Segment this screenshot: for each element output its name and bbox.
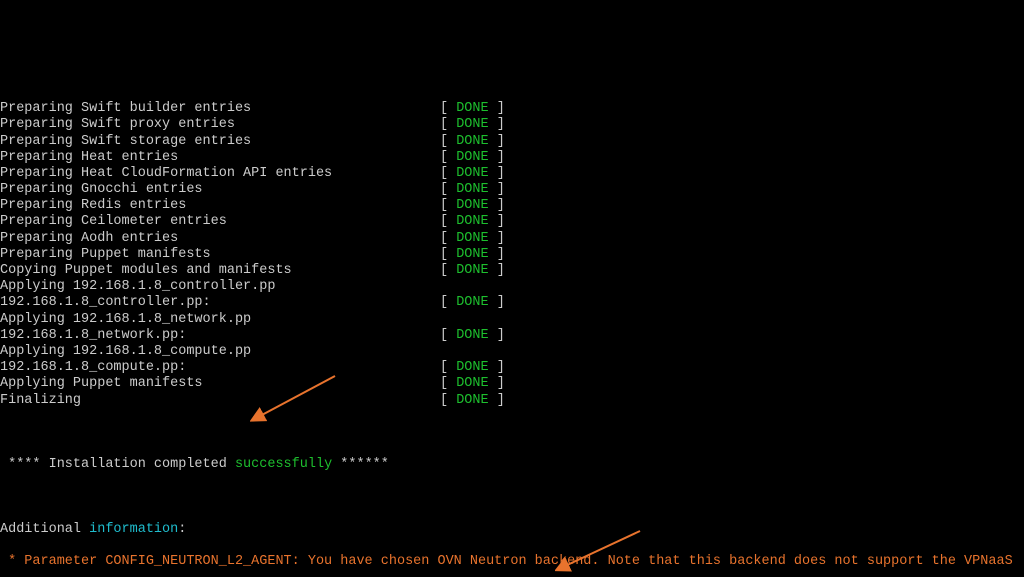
status-row: Finalizing[ DONE ] xyxy=(0,393,1024,409)
status-row: Preparing Heat entries[ DONE ] xyxy=(0,150,1024,166)
status-done: DONE xyxy=(456,117,488,132)
status-label: Preparing Ceilometer entries xyxy=(0,214,440,230)
status-row: Preparing Gnocchi entries[ DONE ] xyxy=(0,182,1024,198)
status-row: Preparing Swift proxy entries[ DONE ] xyxy=(0,117,1024,133)
status-done: DONE xyxy=(456,101,488,116)
status-label: Copying Puppet modules and manifests xyxy=(0,263,440,279)
status-done: DONE xyxy=(456,295,488,310)
status-done: DONE xyxy=(456,360,488,375)
status-label: Preparing Gnocchi entries xyxy=(0,182,440,198)
status-row: 192.168.1.8_controller.pp:[ DONE ] xyxy=(0,295,1024,311)
status-done: DONE xyxy=(456,263,488,278)
status-done: DONE xyxy=(456,376,488,391)
status-done: DONE xyxy=(456,231,488,246)
status-label: Preparing Swift proxy entries xyxy=(0,117,440,133)
status-row: Applying 192.168.1.8_compute.pp xyxy=(0,344,1024,360)
status-label: 192.168.1.8_compute.pp: xyxy=(0,360,440,376)
status-row: 192.168.1.8_compute.pp:[ DONE ] xyxy=(0,360,1024,376)
blank-line xyxy=(0,490,1024,506)
terminal[interactable]: Preparing Swift builder entries[ DONE ]P… xyxy=(0,81,1024,577)
install-complete-line: **** Installation completed successfully… xyxy=(0,457,1024,473)
status-row: Applying Puppet manifests[ DONE ] xyxy=(0,376,1024,392)
status-row: Preparing Heat CloudFormation API entrie… xyxy=(0,166,1024,182)
success-word: successfully xyxy=(235,457,332,472)
status-done: DONE xyxy=(456,134,488,149)
status-label: Applying Puppet manifests xyxy=(0,376,440,392)
status-done: DONE xyxy=(456,247,488,262)
status-done: DONE xyxy=(456,214,488,229)
status-label: Finalizing xyxy=(0,393,440,409)
status-row: Preparing Swift builder entries[ DONE ] xyxy=(0,101,1024,117)
status-label: Preparing Heat CloudFormation API entrie… xyxy=(0,166,440,182)
status-done: DONE xyxy=(456,182,488,197)
status-done: DONE xyxy=(456,393,488,408)
status-row: Preparing Puppet manifests[ DONE ] xyxy=(0,247,1024,263)
status-label: Preparing Heat entries xyxy=(0,150,440,166)
status-label: Preparing Puppet manifests xyxy=(0,247,440,263)
status-row: Preparing Redis entries[ DONE ] xyxy=(0,198,1024,214)
status-row: Preparing Swift storage entries[ DONE ] xyxy=(0,134,1024,150)
status-row: Preparing Ceilometer entries[ DONE ] xyxy=(0,214,1024,230)
status-label: Applying 192.168.1.8_controller.pp xyxy=(0,279,440,295)
status-label: Preparing Aodh entries xyxy=(0,231,440,247)
status-label: Applying 192.168.1.8_compute.pp xyxy=(0,344,440,360)
status-row: Applying 192.168.1.8_controller.pp xyxy=(0,279,1024,295)
neutron-warning-line1: * Parameter CONFIG_NEUTRON_L2_AGENT: You… xyxy=(0,554,1024,570)
status-done: DONE xyxy=(456,198,488,213)
status-lines: Preparing Swift builder entries[ DONE ]P… xyxy=(0,101,1024,409)
status-label: 192.168.1.8_network.pp: xyxy=(0,328,440,344)
status-row: 192.168.1.8_network.pp:[ DONE ] xyxy=(0,328,1024,344)
status-label: Preparing Swift builder entries xyxy=(0,101,440,117)
status-row: Applying 192.168.1.8_network.pp xyxy=(0,312,1024,328)
status-label: Preparing Swift storage entries xyxy=(0,134,440,150)
status-row: Preparing Aodh entries[ DONE ] xyxy=(0,231,1024,247)
status-label: Preparing Redis entries xyxy=(0,198,440,214)
additional-info-heading: Additional information: xyxy=(0,522,1024,538)
status-label: Applying 192.168.1.8_network.pp xyxy=(0,312,440,328)
status-done: DONE xyxy=(456,166,488,181)
blank-line xyxy=(0,425,1024,441)
status-done: DONE xyxy=(456,328,488,343)
status-row: Copying Puppet modules and manifests[ DO… xyxy=(0,263,1024,279)
status-label: 192.168.1.8_controller.pp: xyxy=(0,295,440,311)
status-done: DONE xyxy=(456,150,488,165)
